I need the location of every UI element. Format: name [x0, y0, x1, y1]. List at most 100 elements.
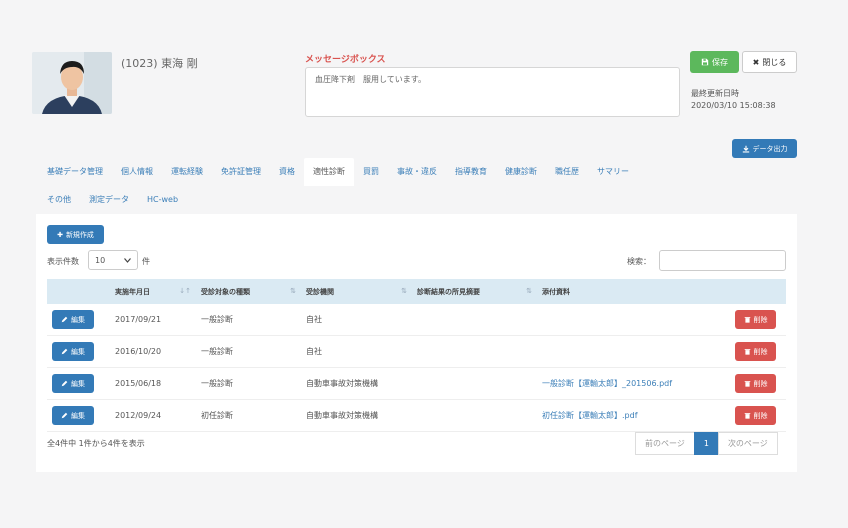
prev-page-button[interactable]: 前のページ [635, 432, 695, 455]
tab-row1-5[interactable]: 適性診断 [304, 158, 354, 186]
delete-button[interactable]: 削除 [735, 406, 776, 425]
pencil-icon [61, 412, 68, 419]
employee-photo [32, 52, 112, 114]
close-button-label: 閉じる [762, 57, 787, 67]
table-body: 編集 2017/09/21 一般診断 自社 削除 編集 2016/10/20 一般診断 自社 削除… [47, 304, 786, 432]
attachment-link[interactable]: 一般診断【運輸太郎】_201506.pdf [542, 379, 672, 388]
cell-type: 一般診断 [201, 379, 233, 388]
trash-icon [744, 412, 751, 419]
tab-row1-2[interactable]: 運転経験 [162, 158, 212, 186]
sort-icon: ⇅ [526, 286, 532, 295]
tab-row2-0[interactable]: その他 [38, 186, 80, 214]
delete-cell: 削除 [719, 310, 786, 329]
col-institution[interactable]: 受診機関 ⇅ [300, 287, 411, 297]
delete-cell: 削除 [719, 374, 786, 393]
chevron-down-icon [124, 257, 131, 263]
tab-row1-6[interactable]: 買罰 [354, 158, 388, 186]
cell-attachment: 一般診断【運輸太郎】_201506.pdf [536, 378, 719, 389]
new-record-button[interactable]: ✚ 新規作成 [47, 225, 104, 244]
table-header: 実施年月日 ↓↑ 受診対象の種類 ⇅ 受診機関 ⇅ 診断結果の所見摘要 ⇅ 添付資料 [47, 279, 786, 304]
export-data-button[interactable]: データ出力 [732, 139, 797, 158]
edit-button[interactable]: 編集 [52, 310, 94, 329]
edit-button[interactable]: 編集 [52, 342, 94, 361]
plus-icon: ✚ [57, 230, 63, 239]
next-page-button[interactable]: 次のページ [717, 432, 778, 455]
col-date[interactable]: 実施年月日 ↓↑ [109, 287, 195, 297]
pencil-icon [61, 348, 68, 355]
delete-label: 削除 [753, 411, 768, 420]
sort-icon: ⇅ [290, 286, 296, 295]
record-tabs: 基礎データ管理 個人情報 運転経験 免許証管理 資格 適性診断 買罰 事故・違反 指導教育 健康診… [38, 158, 798, 214]
message-box[interactable]: 血圧降下剤 服用しています。 [305, 67, 680, 117]
page-1-button[interactable]: 1 [693, 432, 719, 455]
edit-cell: 編集 [47, 342, 109, 361]
cell-institution: 自動車事故対策機構 [306, 379, 378, 388]
tab-row1-8[interactable]: 指導教育 [446, 158, 496, 186]
search-input[interactable] [659, 250, 786, 271]
delete-label: 削除 [753, 315, 768, 324]
sort-desc-icon: ↓↑ [179, 286, 191, 295]
tab-row1-9[interactable]: 健康診断 [496, 158, 546, 186]
tab-row2-1[interactable]: 測定データ [80, 186, 138, 214]
cell-type: 一般診断 [201, 347, 233, 356]
save-button-label: 保存 [712, 57, 728, 67]
pencil-icon [61, 380, 68, 387]
edit-button[interactable]: 編集 [52, 374, 94, 393]
cell-date: 2015/06/18 [115, 379, 162, 388]
pencil-icon [61, 316, 68, 323]
cell-institution: 自社 [306, 315, 322, 324]
x-icon: ✖ [752, 57, 760, 67]
page-length-select[interactable]: 10 [88, 250, 138, 270]
message-box-label: メッセージボックス [305, 55, 386, 65]
cell-date: 2012/09/24 [115, 411, 162, 420]
tab-row1-10[interactable]: 職任歴 [546, 158, 588, 186]
cell-attachment: 初任診断【運輸太郎】.pdf [536, 410, 719, 421]
download-icon [742, 145, 750, 153]
edit-cell: 編集 [47, 310, 109, 329]
tab-row1-0[interactable]: 基礎データ管理 [38, 158, 112, 186]
tab-row1-11[interactable]: サマリー [588, 158, 638, 186]
page-length-label: 表示件数 [47, 257, 79, 266]
edit-cell: 編集 [47, 374, 109, 393]
cell-institution: 自社 [306, 347, 322, 356]
table-row: 編集 2017/09/21 一般診断 自社 削除 [47, 304, 786, 336]
pagination: 前のページ 1 次のページ [635, 432, 778, 455]
cell-type: 一般診断 [201, 315, 233, 324]
new-record-label: 新規作成 [65, 230, 94, 239]
page-length-unit: 件 [142, 257, 150, 266]
attachment-link[interactable]: 初任診断【運輸太郎】.pdf [542, 411, 638, 420]
edit-label: 編集 [71, 411, 85, 420]
tab-row1-1[interactable]: 個人情報 [112, 158, 162, 186]
last-updated-label: 最終更新日時 [691, 89, 739, 98]
delete-button[interactable]: 削除 [735, 342, 776, 361]
close-button[interactable]: ✖ 閉じる [742, 51, 797, 73]
employee-name: (1023) 東海 剛 [121, 57, 198, 70]
tab-row-2: その他 測定データ HC-web [38, 186, 798, 214]
delete-cell: 削除 [719, 342, 786, 361]
save-button[interactable]: 保存 [690, 51, 739, 73]
edit-label: 編集 [71, 347, 85, 356]
tab-row2-2[interactable]: HC-web [138, 186, 187, 214]
col-note[interactable]: 診断結果の所見摘要 ⇅ [411, 287, 536, 297]
cell-date: 2017/09/21 [115, 315, 162, 324]
table-row: 編集 2012/09/24 初任診断 自動車事故対策機構 初任診断【運輸太郎】.pdf 削… [47, 400, 786, 432]
edit-button[interactable]: 編集 [52, 406, 94, 425]
delete-button[interactable]: 削除 [735, 374, 776, 393]
table-row: 編集 2016/10/20 一般診断 自社 削除 [47, 336, 786, 368]
delete-label: 削除 [753, 347, 768, 356]
trash-icon [744, 380, 751, 387]
search-label: 検索： [627, 257, 651, 266]
table-row: 編集 2015/06/18 一般診断 自動車事故対策機構 一般診断【運輸太郎】_2015… [47, 368, 786, 400]
tab-row1-4[interactable]: 資格 [270, 158, 304, 186]
tab-row1-3[interactable]: 免許証管理 [212, 158, 270, 186]
edit-cell: 編集 [47, 406, 109, 425]
cell-date: 2016/10/20 [115, 347, 162, 356]
col-type[interactable]: 受診対象の種類 ⇅ [195, 287, 300, 297]
delete-label: 削除 [753, 379, 768, 388]
export-data-label: データ出力 [752, 144, 788, 153]
floppy-icon [701, 58, 709, 66]
tab-row1-7[interactable]: 事故・違反 [388, 158, 446, 186]
last-updated-value: 2020/03/10 15:08:38 [691, 101, 776, 110]
delete-button[interactable]: 削除 [735, 310, 776, 329]
cell-institution: 自動車事故対策機構 [306, 411, 378, 420]
